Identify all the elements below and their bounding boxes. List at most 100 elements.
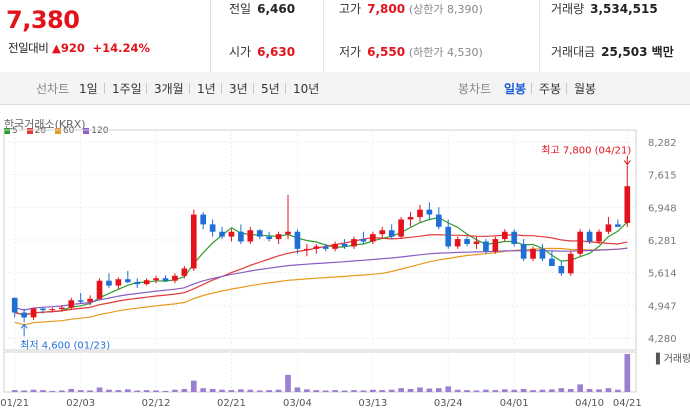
volume-bar[interactable] — [106, 389, 112, 392]
volume-bar[interactable] — [115, 390, 122, 392]
volume-bar[interactable] — [501, 389, 508, 392]
candle-body[interactable] — [266, 236, 272, 240]
candle-body[interactable] — [143, 280, 150, 285]
volume-bar[interactable] — [238, 389, 244, 392]
tab-period-3m[interactable]: 3개월 — [154, 80, 184, 97]
volume-bar[interactable] — [398, 388, 404, 392]
candlestick-chart[interactable]: 8,282 7,615 6,948 6,281 5,614 4,947 4,280 01/21… — [0, 112, 690, 412]
volume-bar[interactable] — [388, 389, 395, 392]
candle-body[interactable] — [106, 280, 112, 286]
candle-body[interactable] — [445, 226, 452, 247]
tab-period-3y[interactable]: 3년 — [229, 80, 248, 97]
volume-bar[interactable] — [200, 388, 207, 392]
volume-bar[interactable] — [539, 389, 546, 392]
volume-bar[interactable] — [190, 380, 197, 392]
tab-period-1d[interactable]: 1일 — [79, 80, 98, 97]
candle-body[interactable] — [520, 243, 527, 259]
volume-bar[interactable] — [11, 390, 18, 392]
volume-bar[interactable] — [435, 388, 442, 392]
volume-bar[interactable] — [341, 390, 348, 392]
candle-body[interactable] — [322, 246, 329, 249]
candle-body[interactable] — [124, 279, 131, 283]
candle-body[interactable] — [11, 297, 18, 313]
candle-body[interactable] — [209, 224, 216, 232]
volume-bar[interactable] — [567, 388, 574, 392]
candle-body[interactable] — [398, 219, 404, 237]
candle-body[interactable] — [492, 239, 499, 252]
candle-body[interactable] — [596, 231, 602, 242]
volume-bar[interactable] — [77, 390, 84, 392]
candle-body[interactable] — [567, 253, 574, 274]
volume-bar[interactable] — [426, 388, 433, 392]
candle-body[interactable] — [351, 239, 357, 247]
volume-bar[interactable] — [351, 390, 357, 392]
volume-bar[interactable] — [143, 390, 150, 392]
volume-bar[interactable] — [511, 389, 518, 392]
candle-body[interactable] — [558, 266, 565, 274]
volume-bar[interactable] — [219, 389, 225, 392]
volume-bar[interactable] — [483, 389, 489, 392]
tab-period-1y[interactable]: 1년 — [197, 80, 216, 97]
candle-body[interactable] — [256, 230, 263, 237]
candle-body[interactable] — [247, 230, 254, 242]
candle-body[interactable] — [539, 248, 546, 259]
candle-body[interactable] — [228, 231, 235, 237]
volume-bar[interactable] — [332, 390, 338, 392]
candle-body[interactable] — [426, 209, 433, 215]
tab-weekly[interactable]: 주봉 — [539, 80, 561, 97]
candle-body[interactable] — [473, 241, 480, 244]
candle-body[interactable] — [483, 241, 489, 252]
candle-body[interactable] — [172, 275, 178, 281]
candle-body[interactable] — [435, 214, 442, 227]
candle-body[interactable] — [238, 231, 244, 242]
candle-body[interactable] — [332, 243, 338, 249]
candle-body[interactable] — [454, 239, 461, 247]
candle-body[interactable] — [388, 230, 395, 237]
volume-bar[interactable] — [21, 390, 27, 392]
volume-bar[interactable] — [605, 388, 612, 392]
volume-bar[interactable] — [615, 389, 621, 392]
candle-body[interactable] — [87, 298, 93, 302]
tab-period-1w[interactable]: 1주일 — [112, 80, 142, 97]
tab-daily[interactable]: 일봉 — [504, 80, 526, 97]
volume-bar[interactable] — [209, 388, 216, 392]
volume-bar[interactable] — [407, 388, 414, 392]
volume-bar[interactable] — [313, 390, 320, 392]
volume-bar[interactable] — [473, 390, 480, 392]
candle-body[interactable] — [313, 246, 320, 249]
volume-bar[interactable] — [549, 389, 555, 392]
candle-body[interactable] — [181, 268, 188, 276]
candle-body[interactable] — [605, 224, 612, 232]
volume-bar[interactable] — [596, 389, 602, 392]
candle-body[interactable] — [549, 258, 555, 267]
candle-body[interactable] — [77, 300, 84, 302]
volume-bar[interactable] — [492, 390, 499, 392]
volume-bar[interactable] — [247, 389, 254, 392]
tab-line-chart[interactable]: 선차트 — [36, 80, 69, 97]
volume-bar[interactable] — [87, 390, 93, 392]
tab-monthly[interactable]: 월봉 — [574, 80, 596, 97]
volume-bar[interactable] — [275, 389, 282, 392]
tab-candle-chart[interactable]: 봉차트 — [458, 80, 491, 97]
volume-bar[interactable] — [624, 354, 631, 392]
candle-body[interactable] — [417, 209, 423, 218]
candle-body[interactable] — [153, 278, 159, 281]
volume-bar[interactable] — [172, 389, 178, 392]
volume-bar[interactable] — [153, 390, 159, 392]
volume-bar[interactable] — [181, 388, 188, 392]
candle-body[interactable] — [304, 248, 310, 250]
volume-bar[interactable] — [266, 390, 272, 392]
candle-body[interactable] — [407, 217, 414, 220]
volume-bar[interactable] — [285, 374, 291, 392]
volume-bar[interactable] — [454, 389, 461, 392]
candle-body[interactable] — [40, 308, 46, 311]
candle-body[interactable] — [49, 309, 56, 311]
volume-bar[interactable] — [40, 390, 46, 392]
volume-bar[interactable] — [49, 390, 56, 392]
volume-bar[interactable] — [124, 389, 131, 392]
candle-body[interactable] — [162, 278, 169, 281]
volume-bar[interactable] — [520, 388, 527, 392]
candle-body[interactable] — [511, 231, 518, 244]
volume-bar[interactable] — [370, 389, 376, 392]
volume-bar[interactable] — [68, 388, 75, 392]
